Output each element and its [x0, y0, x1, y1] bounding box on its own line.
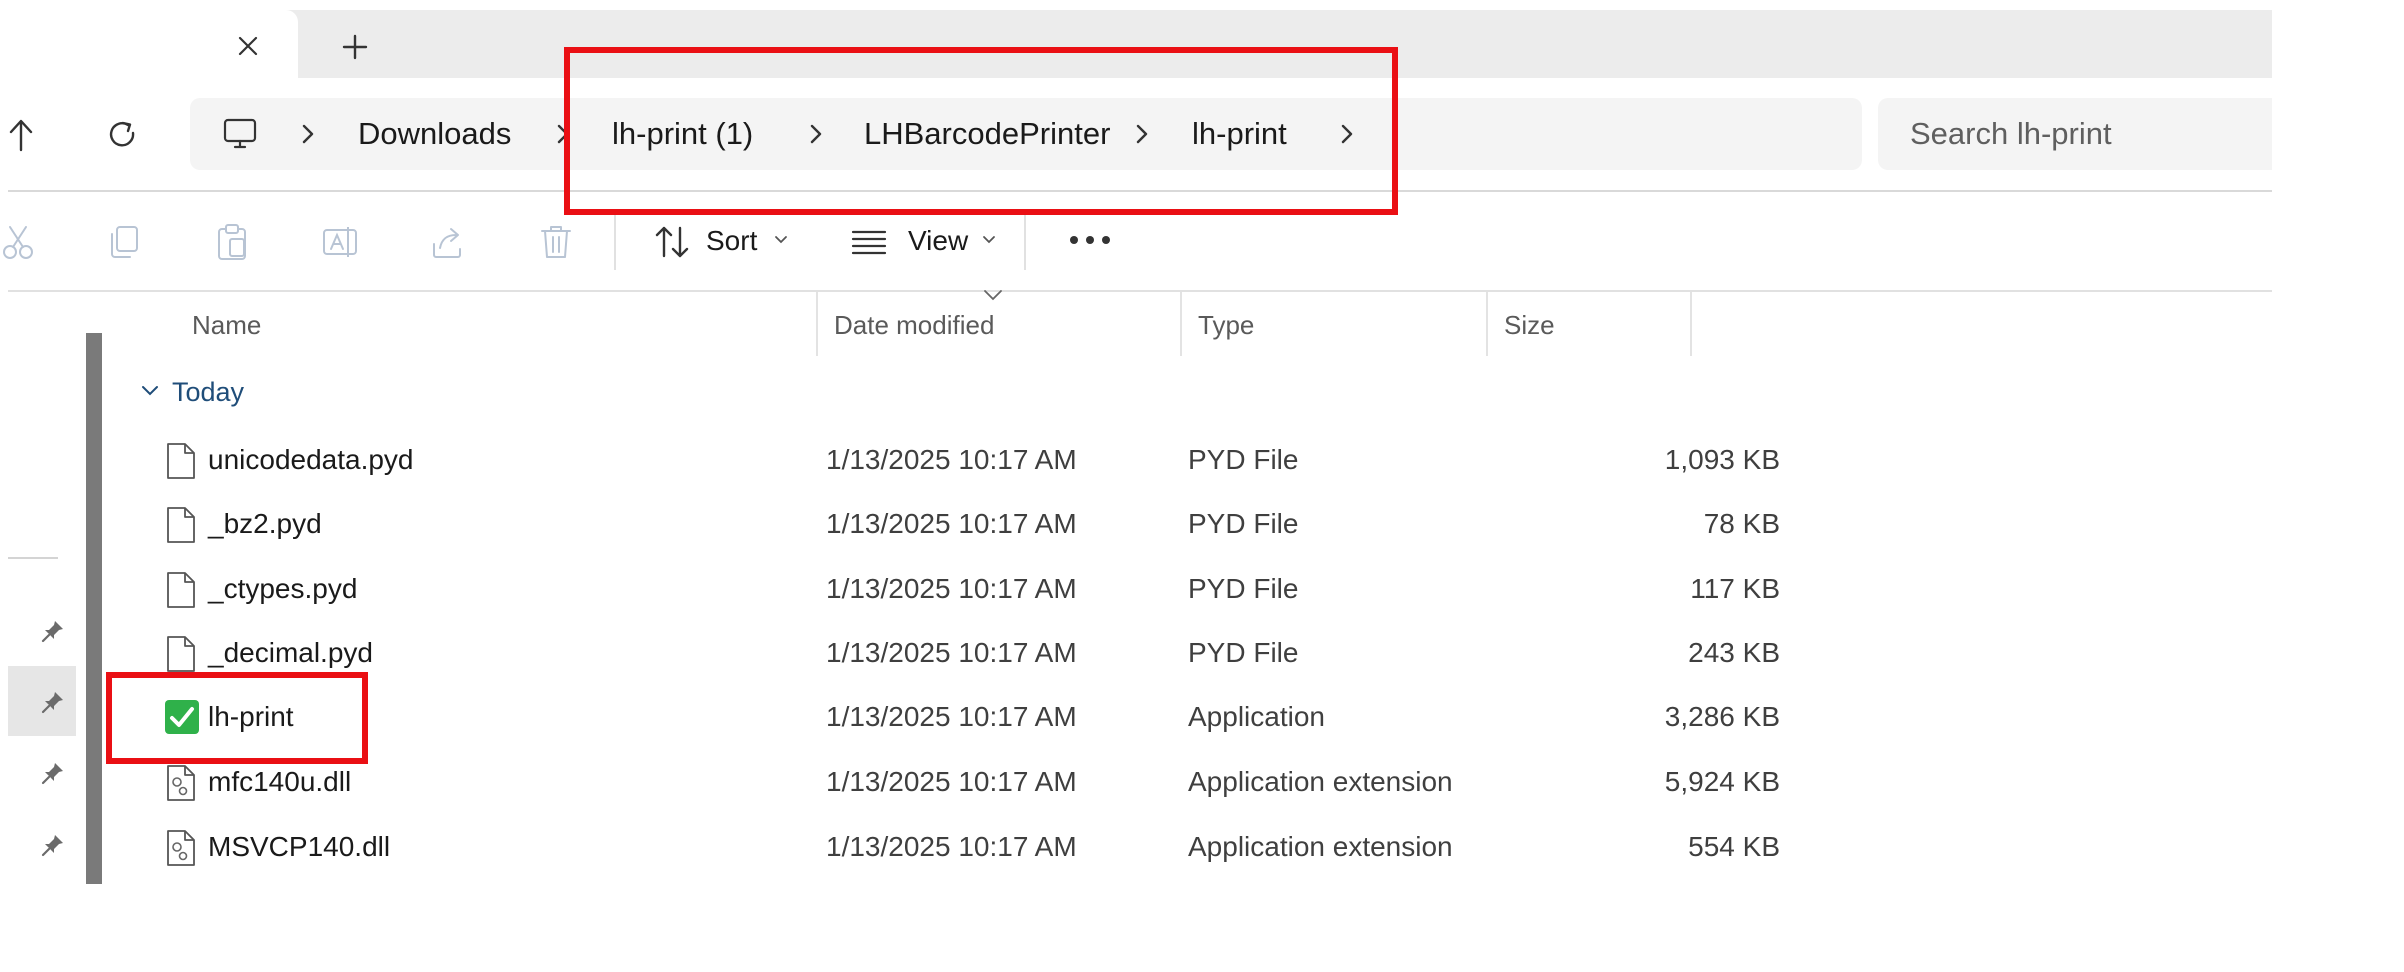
- pin-icon[interactable]: [40, 618, 66, 644]
- chevron-down-icon[interactable]: [774, 235, 788, 245]
- file-type: PYD File: [1188, 573, 1299, 604]
- file-type: PYD File: [1188, 444, 1299, 475]
- file-date-modified: 1/13/2025 10:17 AM: [826, 637, 1077, 668]
- cut-icon[interactable]: [0, 222, 38, 262]
- arrow-up-icon[interactable]: [8, 118, 34, 152]
- file-date-modified: 1/13/2025 10:17 AM: [826, 831, 1077, 862]
- more-icon[interactable]: [1068, 232, 1112, 248]
- file-row[interactable]: MSVCP140.dll 1/13/2025 10:17 AM Applicat…: [120, 816, 1780, 878]
- file-date-modified: 1/13/2025 10:17 AM: [826, 701, 1077, 732]
- command-bar: Sort View: [3, 192, 2272, 292]
- nav-divider: [8, 557, 58, 559]
- column-divider[interactable]: [1180, 292, 1182, 356]
- file-type: PYD File: [1188, 508, 1299, 539]
- chevron-right-icon[interactable]: [299, 123, 317, 145]
- column-header-size[interactable]: Size: [1504, 292, 1555, 356]
- file-type: Application: [1188, 701, 1325, 732]
- file-name: mfc140u.dll: [208, 766, 352, 797]
- file-row[interactable]: unicodedata.pyd 1/13/2025 10:17 AM PYD F…: [120, 429, 1780, 491]
- file-size: 1,093 KB: [1664, 444, 1780, 475]
- file-size: 117 KB: [1690, 573, 1780, 604]
- file-date-modified: 1/13/2025 10:17 AM: [826, 573, 1077, 604]
- dll-file-icon: [164, 764, 198, 802]
- file-name: unicodedata.pyd: [208, 444, 414, 475]
- navigation-pane: [8, 292, 78, 884]
- dll-file-icon: [164, 829, 198, 867]
- address-row: Downloads lh-print (1) LHBarcodePrinter …: [8, 78, 2272, 192]
- column-divider[interactable]: [1690, 292, 1692, 356]
- file-row[interactable]: _decimal.pyd 1/13/2025 10:17 AM PYD File…: [120, 622, 1780, 684]
- view-button[interactable]: View: [908, 192, 968, 290]
- share-icon[interactable]: [428, 222, 468, 262]
- file-name: _decimal.pyd: [208, 637, 373, 668]
- breadcrumb-downloads[interactable]: Downloads: [358, 98, 511, 170]
- file-row[interactable]: _bz2.pyd 1/13/2025 10:17 AM PYD File 78 …: [120, 493, 1780, 555]
- breadcrumb-lh-print[interactable]: lh-print: [1192, 98, 1287, 170]
- chevron-right-icon[interactable]: [1133, 123, 1151, 145]
- column-header-date-modified[interactable]: Date modified: [834, 292, 994, 356]
- delete-icon[interactable]: [536, 222, 576, 262]
- address-bar[interactable]: Downloads lh-print (1) LHBarcodePrinter …: [190, 98, 1862, 170]
- copy-icon[interactable]: [104, 222, 144, 262]
- chevron-down-icon[interactable]: [140, 384, 160, 398]
- file-size: 78 KB: [1703, 508, 1780, 539]
- file-date-modified: 1/13/2025 10:17 AM: [826, 508, 1077, 539]
- close-icon[interactable]: [236, 34, 260, 58]
- paste-icon[interactable]: [212, 222, 252, 262]
- rename-icon[interactable]: [320, 222, 360, 262]
- search-placeholder: Search lh-print: [1910, 116, 2112, 151]
- file-icon: [164, 506, 198, 544]
- file-icon: [164, 442, 198, 480]
- column-header-type[interactable]: Type: [1198, 292, 1254, 356]
- breadcrumb-lhbarcodeprinter[interactable]: LHBarcodePrinter: [864, 98, 1110, 170]
- column-header-name[interactable]: Name: [192, 292, 261, 356]
- tab-strip: [8, 10, 2272, 78]
- file-type: Application extension: [1188, 766, 1453, 797]
- toolbar-divider: [1024, 214, 1026, 270]
- column-header-row: Name Date modified Type Size: [120, 290, 1692, 356]
- column-divider[interactable]: [816, 292, 818, 356]
- column-divider[interactable]: [1486, 292, 1488, 356]
- chevron-right-icon[interactable]: [554, 123, 572, 145]
- file-row[interactable]: _ctypes.pyd 1/13/2025 10:17 AM PYD File …: [120, 558, 1780, 620]
- file-name: MSVCP140.dll: [208, 831, 391, 862]
- sort-button[interactable]: Sort: [706, 192, 757, 290]
- pin-icon[interactable]: [40, 760, 66, 786]
- file-size: 243 KB: [1688, 637, 1780, 668]
- nav-scrollbar[interactable]: [86, 333, 102, 884]
- plus-icon[interactable]: [342, 34, 368, 60]
- file-name: _bz2.pyd: [208, 508, 322, 539]
- file-date-modified: 1/13/2025 10:17 AM: [826, 766, 1077, 797]
- active-tab[interactable]: [8, 10, 298, 78]
- file-type: Application extension: [1188, 831, 1453, 862]
- file-size: 554 KB: [1688, 831, 1780, 862]
- file-date-modified: 1/13/2025 10:17 AM: [826, 444, 1077, 475]
- file-row[interactable]: mfc140u.dll 1/13/2025 10:17 AM Applicati…: [120, 751, 1780, 813]
- breadcrumb-lh-print-1[interactable]: lh-print (1): [612, 98, 753, 170]
- toolbar-divider: [614, 214, 616, 270]
- group-label: Today: [172, 377, 245, 407]
- file-size: 5,924 KB: [1664, 766, 1780, 797]
- file-icon: [164, 635, 198, 673]
- chevron-right-icon[interactable]: [807, 123, 825, 145]
- file-row[interactable]: lh-print 1/13/2025 10:17 AM Application …: [120, 686, 1780, 748]
- file-type: PYD File: [1188, 637, 1299, 668]
- pin-icon[interactable]: [40, 832, 66, 858]
- app-check-icon: [164, 699, 199, 737]
- file-size: 3,286 KB: [1664, 701, 1780, 732]
- file-icon: [164, 571, 198, 609]
- view-icon[interactable]: [850, 224, 888, 260]
- this-pc-icon[interactable]: [222, 116, 258, 152]
- chevron-down-icon[interactable]: [982, 235, 996, 245]
- refresh-icon[interactable]: [108, 120, 138, 150]
- chevron-right-icon[interactable]: [1338, 123, 1356, 145]
- file-name: lh-print: [208, 701, 294, 732]
- sort-icon[interactable]: [652, 222, 692, 262]
- pin-icon[interactable]: [40, 689, 66, 715]
- file-name: _ctypes.pyd: [208, 573, 358, 604]
- sort-indicator-icon: [982, 288, 1004, 302]
- search-input[interactable]: Search lh-print: [1878, 98, 2272, 170]
